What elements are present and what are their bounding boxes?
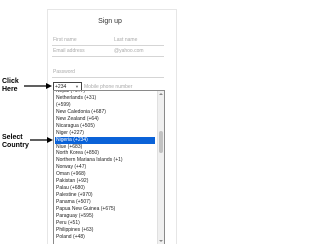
select-arrow-icon [30, 137, 53, 143]
signup-screenshot: Sign up First name Last name Email addre… [0, 0, 207, 244]
